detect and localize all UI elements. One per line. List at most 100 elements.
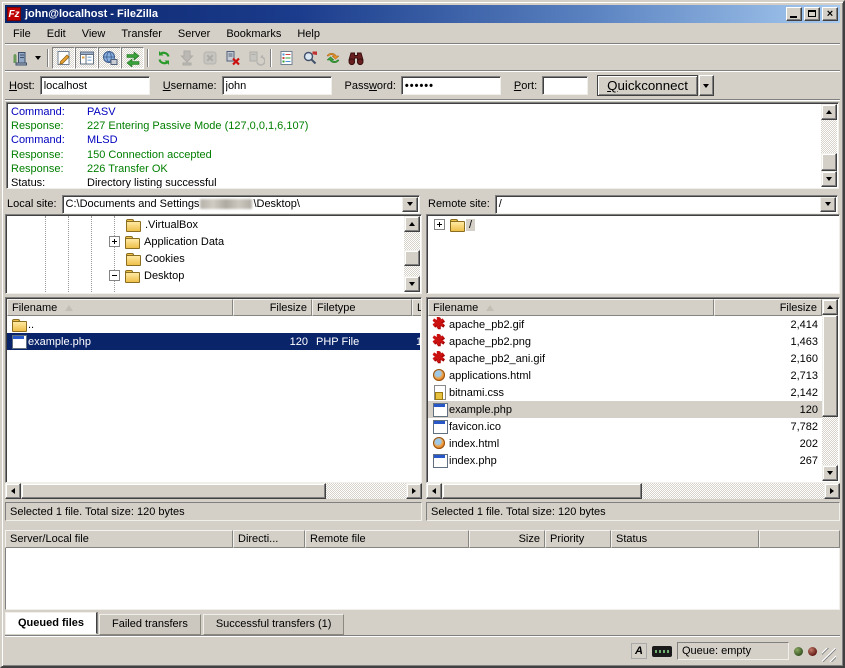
local-list-horizontal-scrollbar[interactable] (5, 483, 422, 499)
site-manager-dropdown-button[interactable] (31, 47, 44, 69)
scroll-left-button[interactable] (5, 483, 21, 499)
local-site-dropdown-button[interactable] (402, 197, 418, 212)
file-row[interactable]: apache_pb2.gif2,414 (428, 316, 822, 333)
host-input[interactable] (40, 76, 150, 95)
disconnect-button[interactable] (221, 47, 244, 69)
menu-server[interactable]: Server (170, 26, 218, 42)
scrollbar-track[interactable] (822, 315, 838, 465)
scroll-down-button[interactable] (821, 171, 837, 187)
scroll-up-button[interactable] (404, 216, 420, 232)
column-header-server-local-file[interactable]: Server/Local file (5, 530, 233, 548)
minimize-button[interactable] (786, 7, 802, 21)
quickconnect-button[interactable]: Quickconnect (597, 75, 698, 96)
transfer-type-ascii-icon[interactable]: A (631, 643, 647, 659)
menu-file[interactable]: File (5, 26, 39, 42)
directory-listing-filters-button[interactable] (275, 47, 298, 69)
quickconnect-dropdown-button[interactable] (699, 75, 714, 96)
column-header-priority[interactable]: Priority (545, 530, 611, 548)
file-row[interactable]: index.php267 (428, 452, 822, 469)
port-input[interactable] (542, 76, 588, 95)
scrollbar-track[interactable] (821, 120, 837, 171)
scrollbar-track[interactable] (404, 232, 420, 276)
column-header-filesize[interactable]: Filesize (233, 299, 312, 316)
remote-list-horizontal-scrollbar[interactable] (426, 483, 840, 499)
menu-bookmarks[interactable]: Bookmarks (218, 26, 289, 42)
refresh-button[interactable] (152, 47, 175, 69)
resize-grip[interactable] (822, 648, 836, 662)
scrollbar-thumb[interactable] (821, 153, 837, 171)
tree-item-root[interactable]: / (428, 216, 838, 233)
speed-limits-icon[interactable] (652, 646, 672, 657)
triangle-up-icon (409, 222, 415, 226)
tab-successful-transfers[interactable]: Successful transfers (1) (203, 614, 345, 635)
scroll-right-button[interactable] (824, 483, 840, 499)
toggle-transfer-queue-button[interactable] (121, 47, 144, 69)
toggle-local-tree-button[interactable] (75, 47, 98, 69)
log-vertical-scrollbar[interactable] (821, 104, 837, 187)
column-header-last-modified[interactable]: L (412, 299, 422, 316)
cancel-operation-button[interactable] (198, 47, 221, 69)
tree-item-desktop[interactable]: Desktop (7, 267, 404, 284)
scrollbar-thumb[interactable] (822, 315, 838, 417)
menu-edit[interactable]: Edit (39, 26, 74, 42)
tree-item-application-data[interactable]: Application Data (7, 233, 404, 250)
tree-item-cookies[interactable]: Cookies (7, 250, 404, 267)
directory-comparison-button[interactable] (344, 47, 367, 69)
column-header-filename[interactable]: Filename (7, 299, 233, 316)
file-row[interactable]: apache_pb2.png1,463 (428, 333, 822, 350)
column-header-remote-file[interactable]: Remote file (305, 530, 469, 548)
menu-view[interactable]: View (74, 26, 114, 42)
file-row[interactable]: applications.html2,713 (428, 367, 822, 384)
tab-queued-files[interactable]: Queued files (5, 612, 97, 634)
file-row-parent-dir[interactable]: .. (7, 316, 420, 333)
local-tree-vertical-scrollbar[interactable] (404, 216, 420, 292)
scroll-up-button[interactable] (821, 104, 837, 120)
menu-help[interactable]: Help (289, 26, 328, 42)
scrollbar-track[interactable] (21, 483, 406, 499)
file-row[interactable]: index.html202 (428, 435, 822, 452)
scrollbar-thumb[interactable] (21, 483, 326, 499)
column-header-size[interactable]: Size (469, 530, 545, 548)
scroll-right-button[interactable] (406, 483, 422, 499)
process-queue-button[interactable] (175, 47, 198, 69)
menu-transfer[interactable]: Transfer (113, 26, 170, 42)
file-row[interactable]: bitnami.css2,142 (428, 384, 822, 401)
expand-plus-icon[interactable] (434, 219, 445, 230)
column-header-filename[interactable]: Filename (428, 299, 714, 316)
expand-plus-icon[interactable] (109, 236, 120, 247)
column-header-filesize[interactable]: Filesize (714, 299, 822, 316)
maximize-button[interactable] (804, 7, 820, 21)
scroll-down-button[interactable] (404, 276, 420, 292)
scroll-down-button[interactable] (822, 465, 838, 481)
column-header-filetype[interactable]: Filetype (312, 299, 412, 316)
file-row-example-php[interactable]: example.php 120 PHP File 1 (7, 333, 420, 350)
synchronized-browsing-button[interactable] (321, 47, 344, 69)
tab-failed-transfers[interactable]: Failed transfers (99, 614, 201, 635)
close-button[interactable]: × (822, 7, 838, 21)
remote-site-dropdown-button[interactable] (820, 197, 836, 212)
toggle-message-log-button[interactable] (52, 47, 75, 69)
file-row-selected[interactable]: example.php120 (428, 401, 822, 418)
file-row[interactable]: apache_pb2_ani.gif2,160 (428, 350, 822, 367)
column-header-status[interactable]: Status (611, 530, 759, 548)
tree-item-virtualbox[interactable]: .VirtualBox (7, 216, 404, 233)
find-files-button[interactable] (298, 47, 321, 69)
column-header-direction[interactable]: Directi... (233, 530, 305, 548)
scroll-up-button[interactable] (822, 299, 838, 315)
remote-list-vertical-scrollbar[interactable] (822, 299, 838, 481)
local-site-combo[interactable]: C:\Documents and Settings\Desktop\ (62, 195, 420, 214)
file-row[interactable]: favicon.ico7,782 (428, 418, 822, 435)
remote-site-combo[interactable]: / (495, 195, 838, 214)
scrollbar-thumb[interactable] (404, 250, 420, 266)
scrollbar-thumb[interactable] (442, 483, 642, 499)
transfer-queue-body[interactable] (5, 548, 840, 610)
toggle-remote-tree-button[interactable] (98, 47, 121, 69)
scroll-left-button[interactable] (426, 483, 442, 499)
collapse-minus-icon[interactable] (109, 270, 120, 281)
reconnect-button[interactable] (244, 47, 267, 69)
site-manager-button[interactable] (8, 47, 31, 69)
title-bar[interactable]: Fz john@localhost - FileZilla × (5, 5, 840, 23)
username-input[interactable] (222, 76, 332, 95)
scrollbar-track[interactable] (442, 483, 824, 499)
password-input[interactable] (401, 76, 501, 95)
